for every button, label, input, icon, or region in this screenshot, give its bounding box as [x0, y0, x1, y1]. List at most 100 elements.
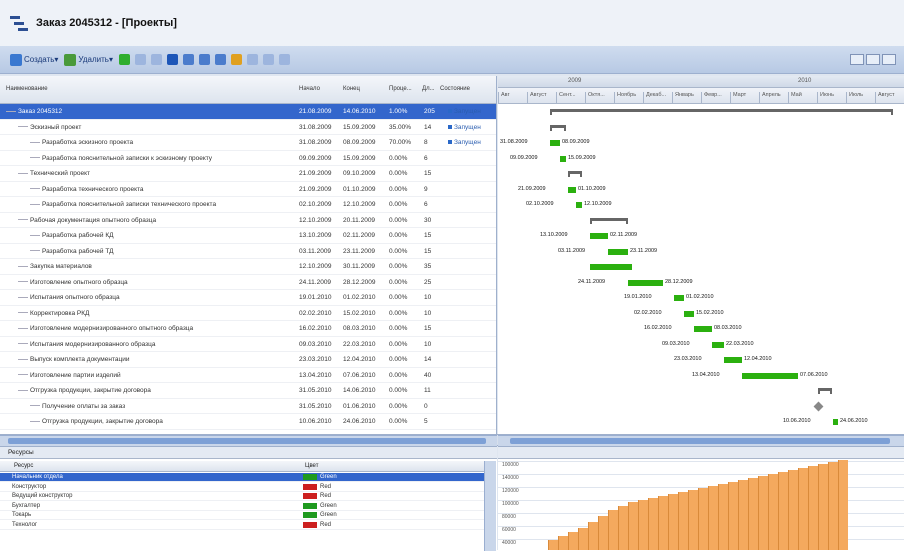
view-controls[interactable] [848, 54, 896, 65]
task-bar[interactable] [694, 326, 712, 332]
y-axis-label: 40000 [502, 540, 516, 546]
column-end[interactable]: Конец [343, 86, 360, 92]
task-row[interactable]: Корректировка РКД 02.02.2010 15.02.2010 0.0… [0, 306, 496, 321]
grid-hscroll[interactable] [0, 435, 497, 446]
task-row[interactable]: Отгрузка продукции, закрытие договора 10.… [0, 414, 496, 430]
task-row[interactable]: Испытания модернизированного образца 09.0… [0, 337, 496, 352]
bar-start-label: 10.06.2010 [783, 418, 811, 424]
task-bar[interactable] [550, 140, 560, 146]
tool-icon[interactable] [134, 54, 146, 65]
bar-start-label: 09.03.2010 [662, 340, 690, 347]
column-state[interactable]: Состояние [440, 86, 470, 92]
task-row[interactable]: Заказ 2045312 21.08.2009 14.06.2010 1.00% 20… [0, 104, 496, 120]
gantt-hscroll[interactable] [498, 435, 904, 446]
task-row[interactable]: Разработка рабочей ТД 03.11.2009 23.11.200… [0, 244, 496, 259]
tool-icon[interactable] [278, 54, 290, 65]
milestone-marker[interactable] [813, 401, 824, 411]
column-duration[interactable]: Дл... [422, 86, 435, 92]
resource-row[interactable]: Конструктор Red [0, 483, 490, 492]
task-row[interactable]: Изготовление партии изделий 13.04.2010 07.… [0, 368, 496, 383]
outdent-icon[interactable] [198, 54, 210, 65]
task-bar[interactable] [684, 310, 694, 317]
tool-icon[interactable] [150, 54, 162, 65]
check-icon[interactable] [118, 54, 130, 65]
histogram-bar [668, 494, 678, 550]
task-start: 12.10.2009 [299, 263, 332, 270]
column-start[interactable]: Начало [299, 86, 320, 92]
task-state: Запущен [448, 139, 481, 146]
resource-row[interactable]: Технолог Red [0, 521, 490, 530]
task-row[interactable]: Изготовление опытного образца 24.11.2009 2… [0, 275, 496, 290]
task-start: 16.02.2010 [299, 325, 332, 332]
tool-icon[interactable] [262, 54, 274, 65]
month-label: Август [527, 92, 547, 104]
task-row[interactable]: Закупка материалов 12.10.2009 30.11.2009 0.… [0, 259, 496, 275]
tool-icon[interactable] [246, 54, 258, 65]
summary-bar[interactable] [590, 217, 628, 224]
link-icon[interactable] [214, 54, 226, 65]
resource-row[interactable]: Бухгалтер Green [0, 502, 490, 511]
task-bar[interactable] [560, 155, 566, 162]
task-end: 01.02.2010 [343, 294, 376, 301]
task-percent: 0.00% [389, 340, 408, 348]
task-row[interactable]: Получение оплаты за заказ 31.05.2010 01.06… [0, 399, 496, 414]
task-row[interactable]: Разработка пояснительной записки техниче… [0, 197, 496, 213]
task-bar[interactable] [590, 233, 608, 239]
task-start: 02.02.2010 [299, 309, 332, 317]
resource-color: Red [320, 493, 332, 499]
task-row[interactable]: Отгрузка продукции, закрытие договора 31.… [0, 383, 496, 399]
task-row[interactable]: Разработка рабочей КД 13.10.2009 02.11.200… [0, 228, 496, 244]
resource-row[interactable]: Токарь Green [0, 511, 490, 520]
column-color[interactable]: Цвет [305, 463, 318, 469]
horizontal-scrollbars[interactable] [0, 434, 904, 446]
task-row[interactable]: Эскизный проект 31.08.2009 15.09.2009 35.00… [0, 120, 496, 135]
column-resource[interactable]: Ресурс [14, 463, 33, 469]
task-row[interactable]: Разработка пояснительной записки к эскиз… [0, 151, 496, 166]
columns-icon[interactable] [166, 54, 178, 65]
task-row[interactable]: Изготовление модернизированного опытного… [0, 321, 496, 337]
column-percent[interactable]: Проце... [389, 86, 412, 92]
task-bar[interactable] [742, 372, 798, 379]
task-bar[interactable] [576, 202, 582, 208]
task-percent: 0.00% [389, 356, 408, 363]
task-duration: 6 [424, 154, 428, 162]
year-label: 2010 [798, 78, 812, 84]
window-title: Заказ 2045312 - [Проекты] [36, 17, 177, 29]
resources-vscroll[interactable] [484, 461, 496, 551]
summary-bar[interactable] [568, 171, 582, 177]
task-bar[interactable] [568, 186, 576, 193]
bar-start-label: 13.04.2010 [692, 371, 720, 378]
task-bar[interactable] [628, 279, 663, 286]
task-bar[interactable] [590, 264, 632, 270]
task-bar[interactable] [608, 248, 628, 255]
summary-bar[interactable] [550, 124, 566, 131]
summary-bar[interactable] [818, 388, 832, 394]
warning-icon[interactable] [230, 54, 242, 65]
task-end: 23.11.2009 [343, 247, 376, 255]
task-percent: 35.00% [389, 123, 412, 131]
task-bar[interactable] [712, 341, 724, 348]
delete-button[interactable]: Удалить ▾ [64, 53, 113, 66]
resource-row[interactable]: Начальник отдела Green [0, 473, 490, 482]
task-bar[interactable] [674, 295, 684, 301]
task-bar[interactable] [724, 357, 742, 363]
task-row[interactable]: Рабочая документация опытного образца 12.… [0, 213, 496, 228]
bar-end-label: 01.10.2009 [578, 185, 606, 192]
task-row[interactable]: Разработка технического проекта 21.09.200… [0, 182, 496, 197]
task-bar[interactable] [833, 419, 838, 425]
task-row[interactable]: Технический проект 21.09.2009 09.10.2009 0.… [0, 166, 496, 182]
task-end: 02.11.2009 [343, 232, 376, 239]
resource-name: Ведущий конструктор [12, 493, 73, 499]
resource-name: Токарь [12, 512, 32, 518]
color-swatch [303, 493, 317, 499]
indent-icon[interactable] [182, 54, 194, 65]
task-row[interactable]: Выпуск комплекта документации 23.03.2010 1… [0, 352, 496, 368]
histogram-bar [568, 532, 578, 550]
task-row[interactable]: Разработка эскизного проекта 31.08.2009 08… [0, 135, 496, 151]
column-name[interactable]: Наименование [6, 86, 48, 92]
create-button[interactable]: Создать ▾ [10, 53, 58, 66]
task-name: Получение оплаты за заказ [30, 403, 300, 410]
resource-row[interactable]: Ведущий конструктор Red [0, 492, 490, 501]
task-row[interactable]: Испытания опытного образца 19.01.2010 01.0… [0, 290, 496, 306]
summary-bar[interactable] [550, 109, 893, 115]
